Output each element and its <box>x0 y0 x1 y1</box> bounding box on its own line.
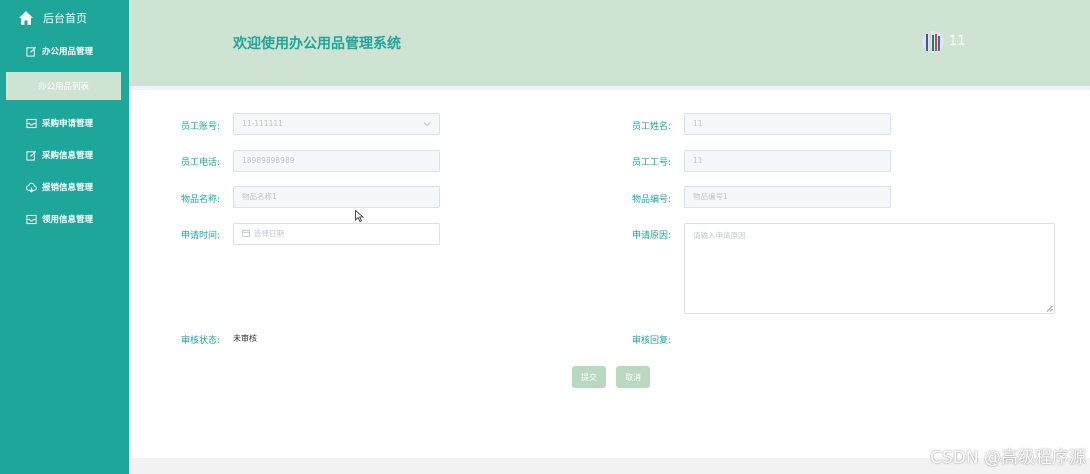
resize-handle-icon[interactable] <box>1046 305 1053 312</box>
sidebar-item-label: 报销信息管理 <box>42 183 94 193</box>
item-no-value: 物品编号1 <box>693 192 728 201</box>
sidebar-item-purchase-info[interactable]: 采购信息管理 <box>0 144 129 166</box>
form-panel: 员工账号: 11-111111 员工姓名: 11 员工电话: 189898989… <box>131 90 1090 458</box>
sidebar-item-reimbursement[interactable]: 报销信息管理 <box>0 176 129 198</box>
audit-reply-label: 审核回复: <box>631 336 671 346</box>
name-field[interactable]: 11 <box>684 113 891 135</box>
item-name-label: 物品名称: <box>180 195 220 205</box>
inbox-icon <box>26 214 37 224</box>
cancel-button[interactable]: 取消 <box>616 366 650 388</box>
top-header: 欢迎使用办公用品管理系统 11 <box>129 0 1090 86</box>
calendar-icon <box>242 229 250 237</box>
apply-time-placeholder: 选择日期 <box>254 229 284 238</box>
employee-no-field[interactable]: 11 <box>684 150 891 172</box>
item-name-field[interactable]: 物品名称1 <box>233 186 440 208</box>
name-value: 11 <box>693 119 703 128</box>
audit-status-value: 未审核 <box>233 334 257 343</box>
item-name-value: 物品名称1 <box>242 192 277 201</box>
name-label: 员工姓名: <box>631 122 671 132</box>
phone-value: 18989898989 <box>242 156 295 165</box>
sidebar-item-label: 采购申请管理 <box>42 119 94 129</box>
avatar-image <box>922 31 944 53</box>
sidebar-item-requisition[interactable]: 领用信息管理 <box>0 208 129 230</box>
account-label: 员工账号: <box>180 122 220 132</box>
sidebar-item-label: 领用信息管理 <box>42 215 94 225</box>
sidebar-item-label: 办公用品管理 <box>42 47 94 57</box>
apply-time-label: 申请时间: <box>180 231 220 241</box>
reason-placeholder: 请输入申请原因 <box>693 231 746 240</box>
item-no-label: 物品编号: <box>631 195 671 205</box>
edit-icon <box>26 150 37 161</box>
reason-label: 申请原因: <box>631 231 671 241</box>
sidebar-home-label: 后台首页 <box>43 12 87 25</box>
submit-button[interactable]: 提交 <box>572 366 606 388</box>
avatar[interactable] <box>922 31 944 53</box>
edit-icon <box>26 46 37 57</box>
chevron-down-icon <box>423 122 431 127</box>
watermark: CSDN @高级程序源 <box>930 448 1086 468</box>
mouse-cursor-icon <box>355 210 364 222</box>
sidebar-item-label: 采购信息管理 <box>42 151 94 161</box>
cloud-icon <box>26 182 37 193</box>
sidebar-item-home[interactable]: 后台首页 <box>0 0 129 36</box>
sidebar: 后台首页 办公用品管理 办公用品列表 采购申请管理 采购信息管理 报销信息管理 <box>0 0 129 474</box>
account-select[interactable]: 11-111111 <box>233 113 440 135</box>
page-title: 欢迎使用办公用品管理系统 <box>233 36 401 52</box>
employee-no-value: 11 <box>693 156 703 165</box>
account-value: 11-111111 <box>242 119 283 128</box>
audit-status-label: 审核状态: <box>180 336 220 346</box>
phone-label: 员工电话: <box>180 158 220 168</box>
username[interactable]: 11 <box>949 34 966 49</box>
reason-textarea[interactable]: 请输入申请原因 <box>684 223 1055 314</box>
sidebar-subitem-office-supplies-list[interactable]: 办公用品列表 <box>6 72 121 100</box>
item-no-field[interactable]: 物品编号1 <box>684 186 891 208</box>
sidebar-item-office-supplies[interactable]: 办公用品管理 <box>0 40 129 62</box>
employee-no-label: 员工工号: <box>631 158 671 168</box>
phone-field[interactable]: 18989898989 <box>233 150 440 172</box>
home-icon <box>19 11 33 25</box>
apply-time-picker[interactable]: 选择日期 <box>233 223 440 245</box>
sidebar-item-purchase-request[interactable]: 采购申请管理 <box>0 112 129 134</box>
inbox-icon <box>26 118 37 128</box>
